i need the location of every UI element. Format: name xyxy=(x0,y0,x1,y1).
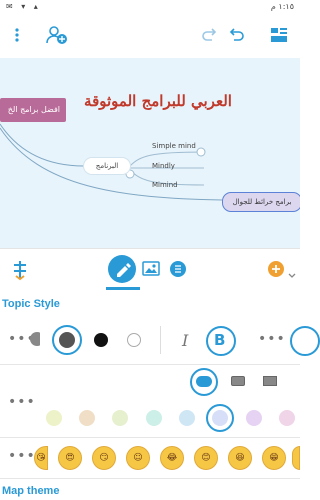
smirk-emoji-icon[interactable]: 😏 xyxy=(92,446,116,470)
partial-emoji-icon[interactable] xyxy=(292,446,300,470)
rect-shape-option[interactable] xyxy=(263,376,277,386)
style-brush-tab[interactable] xyxy=(108,255,136,283)
color-swatch[interactable] xyxy=(79,410,95,426)
laugh-emoji-icon[interactable]: 😆 xyxy=(228,446,252,470)
image-icon[interactable] xyxy=(142,259,160,277)
notes-icon[interactable] xyxy=(170,261,186,277)
branch-node-mindly[interactable]: Mindly xyxy=(152,162,175,170)
color-swatch[interactable] xyxy=(179,410,195,426)
branch-node-mimind[interactable]: Mimind xyxy=(152,181,178,189)
topic-style-title: Topic Style xyxy=(2,298,60,310)
section-divider xyxy=(0,437,300,438)
rounded-shape-option[interactable] xyxy=(196,376,212,387)
more-options-dots[interactable]: ••• xyxy=(8,394,36,410)
italic-button[interactable]: I xyxy=(182,331,188,350)
menu-kebab-icon[interactable] xyxy=(4,22,30,48)
chevron-down-icon[interactable] xyxy=(288,265,296,278)
more-options-dots[interactable]: ••• xyxy=(8,448,36,464)
color-swatch[interactable] xyxy=(279,410,295,426)
joy-emoji-icon[interactable]: 😂 xyxy=(160,446,184,470)
status-icons: ✉ ▾ ▴ xyxy=(6,2,41,11)
status-bar: ✉ ▾ ▴ ١:١٥ م xyxy=(0,0,300,14)
left-topic-node[interactable]: افضل برامج الخ xyxy=(0,98,66,122)
color-swatch[interactable] xyxy=(246,410,262,426)
topic-structure-icon[interactable] xyxy=(10,259,30,281)
connector-lines xyxy=(0,123,223,201)
black-fill-swatch[interactable] xyxy=(94,333,108,347)
undo-icon[interactable] xyxy=(224,22,250,48)
map-theme-title: Map theme xyxy=(2,485,60,497)
heart-eyes-emoji-icon[interactable]: 😍 xyxy=(58,446,82,470)
grin-emoji-icon[interactable]: 😁 xyxy=(262,446,286,470)
color-swatch[interactable] xyxy=(46,410,62,426)
redo-icon[interactable] xyxy=(196,22,222,48)
section-divider xyxy=(0,364,300,365)
kiss-emoji-icon[interactable]: 😘 xyxy=(34,446,48,470)
color-swatch-selected[interactable] xyxy=(212,410,228,426)
right-topic-node[interactable]: برامج خرائط للجوال xyxy=(222,192,300,212)
format-tab-strip xyxy=(0,248,300,291)
more-options-dots[interactable]: ••• xyxy=(258,331,286,347)
relaxed-emoji-icon[interactable]: ☺ xyxy=(126,446,150,470)
outline-view-icon[interactable] xyxy=(266,22,292,48)
white-fill-swatch[interactable] xyxy=(127,333,141,347)
section-divider xyxy=(0,478,300,479)
add-item-icon[interactable] xyxy=(268,261,284,277)
rounded-rect-shape-option[interactable] xyxy=(231,376,245,386)
center-topic-node[interactable]: البرنامج xyxy=(84,158,130,174)
active-tab-indicator xyxy=(106,287,140,290)
status-time: ١:١٥ م xyxy=(270,2,294,11)
color-swatch[interactable] xyxy=(112,410,128,426)
color-swatch[interactable] xyxy=(146,410,162,426)
add-person-icon[interactable] xyxy=(44,22,70,48)
map-central-topic[interactable]: العربي للبرامج الموثوقة xyxy=(78,92,238,110)
top-toolbar xyxy=(0,14,300,58)
blush-emoji-icon[interactable]: 😊 xyxy=(194,446,218,470)
dark-gray-fill-swatch[interactable] xyxy=(59,332,75,348)
partial-selected-ring[interactable] xyxy=(290,326,320,356)
bold-button[interactable]: B xyxy=(214,331,225,349)
divider xyxy=(160,326,161,354)
branch-node-simple-mind[interactable]: Simple mind xyxy=(152,142,196,150)
mindmap-canvas[interactable]: العربي للبرامج الموثوقة افضل برامج الخ ا… xyxy=(0,58,300,248)
half-circle-shape[interactable] xyxy=(30,332,40,346)
